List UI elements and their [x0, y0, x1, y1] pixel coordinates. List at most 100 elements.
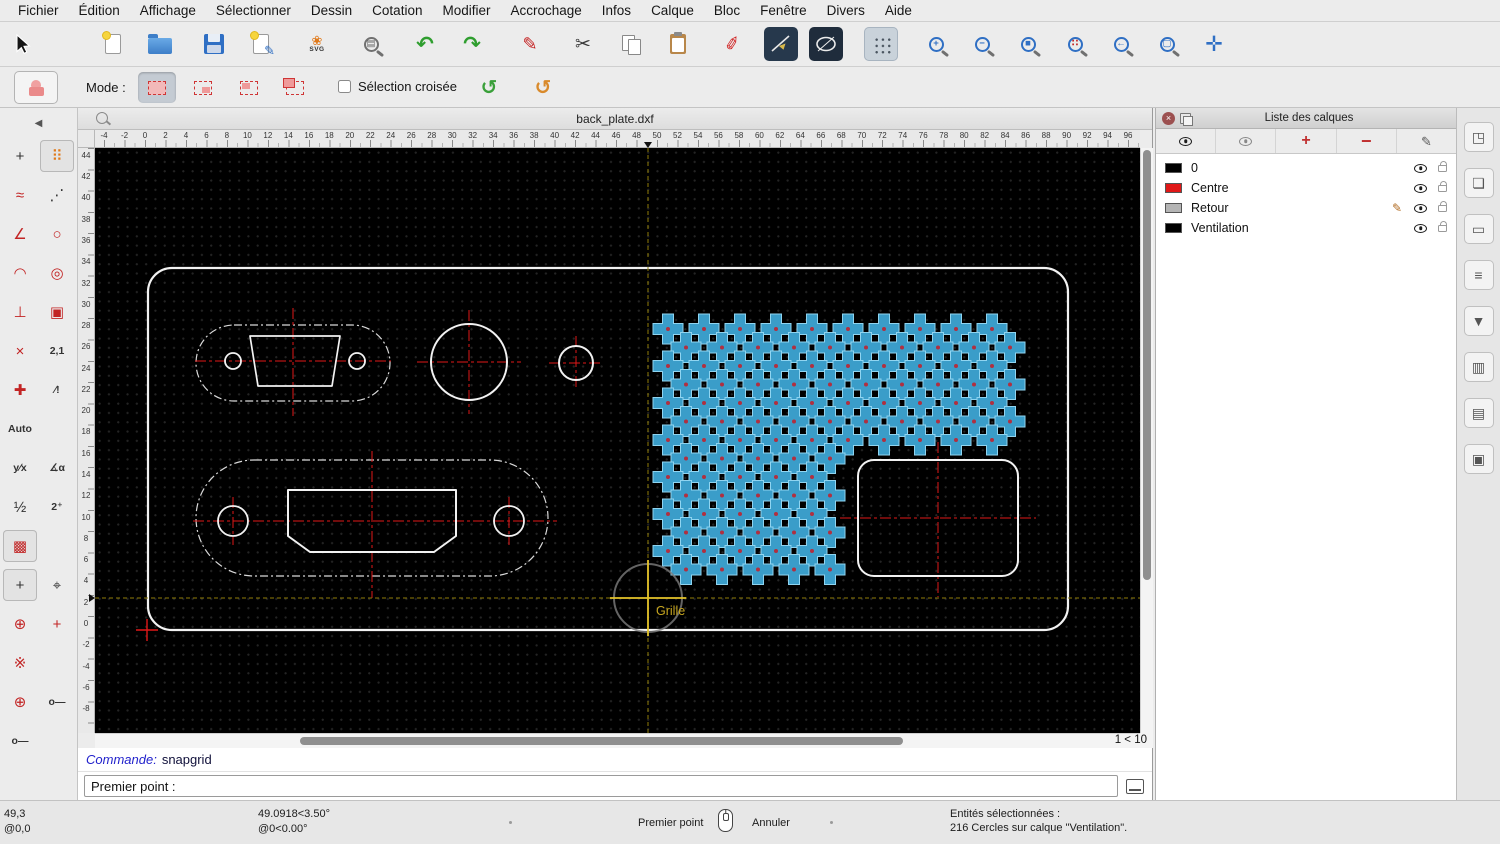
revert-selection-icon[interactable]: ↺ [472, 72, 506, 103]
zoom-previous-button[interactable]: ← [1104, 27, 1138, 61]
snap-middle-icon[interactable]: ✚ [3, 374, 37, 406]
menu-calque[interactable]: Calque [641, 0, 704, 22]
edit-layer-button[interactable]: ✎ [1397, 129, 1456, 153]
unlock-relative-zero-icon[interactable]: o— [3, 725, 37, 757]
new-document-button[interactable] [96, 27, 130, 61]
draw-pen-button[interactable]: ✎ [513, 27, 547, 61]
menu-dessin[interactable]: Dessin [301, 0, 362, 22]
snap-center-icon[interactable]: ○ [40, 218, 74, 250]
collapse-toolbar-button[interactable]: ◀ [3, 114, 74, 133]
ventilation-pattern[interactable] [653, 314, 1025, 585]
snap-on-entity-icon[interactable]: ⋰ [40, 179, 74, 211]
snap-entity-box-icon[interactable]: ▣ [40, 296, 74, 328]
layer-row-centre[interactable]: Centre [1156, 178, 1456, 198]
relative-zero-icon[interactable]: + [3, 569, 37, 601]
hdmi-connector[interactable] [193, 451, 557, 598]
layer-lock-icon[interactable] [1438, 165, 1447, 172]
highlight-pen-button[interactable]: ✐ [716, 27, 750, 61]
menu-edition[interactable]: Édition [69, 0, 130, 22]
restrict-xy-icon[interactable]: y∕x [3, 452, 37, 484]
layer-lock-icon[interactable] [1438, 185, 1447, 192]
print-preview-button[interactable]: ▤ [354, 27, 388, 61]
document-titlebar[interactable]: back_plate.dxf [78, 108, 1152, 130]
cutout-rect[interactable] [840, 442, 1036, 597]
edit-document-button[interactable]: ✎ [244, 27, 278, 61]
snap-restrict-icon[interactable]: ∕! [40, 374, 74, 406]
snap-intersection-icon[interactable]: × [3, 335, 37, 367]
undo-selection-icon[interactable]: ↺ [526, 72, 560, 103]
mode-rubberband-button[interactable] [138, 72, 176, 103]
angle-snap-icon[interactable]: ∡α [40, 452, 74, 484]
dock-notes-icon[interactable]: ▤ [1464, 398, 1494, 428]
remove-layer-button[interactable]: − [1337, 129, 1397, 153]
target-point-icon[interactable]: ⊕ [3, 686, 37, 718]
layer-row-0[interactable]: 0 [1156, 158, 1456, 178]
dsub-connector[interactable] [195, 308, 391, 416]
select-arrow-button[interactable] [5, 27, 39, 61]
circle-center-point-icon[interactable]: ⊕ [3, 608, 37, 640]
menu-divers[interactable]: Divers [817, 0, 875, 22]
selection-rect-tool-icon[interactable]: ▩ [3, 530, 37, 562]
layer-row-retour[interactable]: Retour✎ [1156, 198, 1456, 218]
vertical-scrollbar-thumb[interactable] [1143, 150, 1151, 580]
menu-fichier[interactable]: Fichier [8, 0, 69, 22]
drawing-canvas[interactable]: Grille [95, 148, 1140, 733]
layer-visibility-eye-icon[interactable] [1414, 204, 1427, 213]
menu-fenetre[interactable]: Fenêtre [750, 0, 817, 22]
snap-perpendicular-icon[interactable]: ⊥ [3, 296, 37, 328]
command-input[interactable] [182, 777, 1117, 795]
keyboard-toggle-icon[interactable] [1126, 779, 1144, 794]
paste-button[interactable] [661, 27, 695, 61]
round-hole-1[interactable] [417, 310, 521, 414]
layer-lock-icon[interactable] [1438, 205, 1447, 212]
menu-infos[interactable]: Infos [592, 0, 641, 22]
rays-icon[interactable]: ※ [3, 647, 37, 679]
zoom-window-button[interactable]: ▢ [1150, 27, 1184, 61]
dock-frame-icon[interactable]: ▭ [1464, 214, 1494, 244]
cut-button[interactable]: ✂ [566, 27, 600, 61]
auto-snap-button[interactable]: Auto [3, 413, 37, 445]
dock-clipboard-icon[interactable]: ▣ [1464, 444, 1494, 474]
undo-button[interactable]: ↶ [408, 27, 442, 61]
snap-tangent-icon[interactable]: ◠ [3, 257, 37, 289]
crosshair-tool-icon[interactable]: ⌖ [40, 569, 74, 601]
zoom-auto-button[interactable]: ■ [1011, 27, 1045, 61]
dock-blocks-icon[interactable]: ❏ [1464, 168, 1494, 198]
dock-filter-icon[interactable]: ▼ [1464, 306, 1494, 336]
open-file-button[interactable] [143, 27, 177, 61]
crossing-selection-option[interactable]: Sélection croisée [338, 79, 457, 94]
dock-properties-icon[interactable]: ◳ [1464, 122, 1494, 152]
close-panel-icon[interactable]: × [1162, 112, 1175, 125]
crossing-selection-checkbox[interactable] [338, 80, 351, 93]
horizontal-scrollbar[interactable] [95, 733, 1140, 748]
menu-selectionner[interactable]: Sélectionner [206, 0, 301, 22]
zoom-selected-button[interactable]: ∷ [1058, 27, 1092, 61]
snap-distance-icon[interactable]: 2,1 [40, 335, 74, 367]
menu-affichage[interactable]: Affichage [130, 0, 206, 22]
mode-intersect-button[interactable] [230, 72, 268, 103]
float-panel-icon[interactable] [1180, 113, 1191, 124]
command-input-box[interactable]: Premier point : [84, 775, 1118, 797]
dock-list-icon[interactable]: ≡ [1464, 260, 1494, 290]
svg-export-button[interactable]: ❀SVG [300, 27, 334, 61]
layer-row-ventilation[interactable]: Ventilation [1156, 218, 1456, 238]
tool-options-button[interactable] [14, 71, 58, 104]
menu-accrochage[interactable]: Accrochage [500, 0, 591, 22]
show-all-layers-icon[interactable] [1156, 129, 1216, 153]
pan-button[interactable]: ✛ [1197, 27, 1231, 61]
hide-all-layers-icon[interactable] [1216, 129, 1276, 153]
drawing-area[interactable]: Grille [95, 148, 1140, 733]
layer-visibility-eye-icon[interactable] [1414, 184, 1427, 193]
copy-button[interactable] [614, 27, 648, 61]
grid-toggle-button[interactable] [864, 27, 898, 61]
lock-relative-zero-icon[interactable]: o— [40, 686, 74, 718]
vertical-scrollbar[interactable] [1140, 148, 1153, 733]
layer-lock-icon[interactable] [1438, 225, 1447, 232]
snap-endpoint-icon[interactable]: ≈ [3, 179, 37, 211]
menu-cotation[interactable]: Cotation [362, 0, 432, 22]
add-layer-button[interactable]: + [1276, 129, 1336, 153]
half-distance-icon[interactable]: ½ [3, 491, 37, 523]
zoom-in-button[interactable]: + [919, 27, 953, 61]
snap-grid-icon[interactable]: ⠿ [40, 140, 74, 172]
horizontal-scrollbar-thumb[interactable] [300, 737, 903, 745]
